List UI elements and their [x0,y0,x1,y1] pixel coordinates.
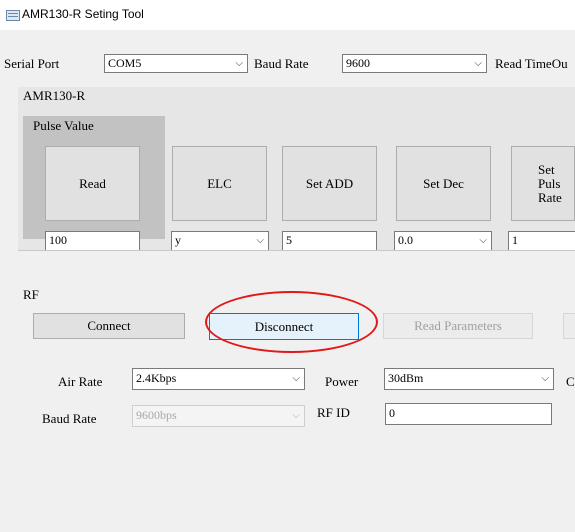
partial-label: C [566,374,575,389]
elc-button-label: ELC [207,175,232,191]
set-add-value: 5 [286,233,292,247]
connect-button[interactable]: Connect [33,313,185,339]
set-pulse-rate-value: 1 [512,233,518,247]
elc-select[interactable]: y ⌵ [171,231,269,251]
baud-rate-label: Baud Rate [254,56,309,71]
chevron-down-icon: ⌵ [474,58,482,69]
rf-baud-rate-value: 9600bps [136,408,177,422]
rf-group-title: RF [23,287,39,302]
set-add-button-label: Set ADD [305,175,354,191]
read-value: 100 [49,233,67,247]
power-label: Power [325,374,359,389]
rf-id-label: RF ID [317,405,350,420]
set-add-button[interactable]: Set ADD [282,146,377,221]
chevron-down-icon: ⌵ [256,235,264,246]
baud-rate-select[interactable]: 9600 ⌵ [342,54,487,73]
empty-panel [0,432,575,532]
window-title: AMR130-R Seting Tool [22,7,144,21]
rf-id-field[interactable]: 0 [385,403,552,425]
read-timeout-label: Read TimeOu [495,56,568,71]
chevron-down-icon: ⌵ [541,373,549,384]
elc-button[interactable]: ELC [172,146,267,221]
set-dec-button-label: Set Dec [423,175,464,191]
power-value: 30dBm [388,371,424,385]
set-dec-button[interactable]: Set Dec [396,146,491,221]
pulse-value-title: Pulse Value [33,118,94,133]
air-rate-select[interactable]: 2.4Kbps ⌵ [132,368,305,390]
next-button-partial[interactable] [563,313,575,339]
serial-port-select[interactable]: COM5 ⌵ [104,54,248,73]
set-pulse-rate-button[interactable]: Set Puls Rate [511,146,575,221]
set-dec-select[interactable]: 0.0 ⌵ [394,231,492,251]
serial-port-value: COM5 [108,56,142,70]
elc-value: y [175,233,181,247]
read-button-label: Read [79,175,106,191]
rf-id-value: 0 [389,406,395,420]
baud-rate-value: 9600 [346,56,370,70]
read-parameters-label: Read Parameters [414,318,502,333]
chevron-down-icon: ⌵ [292,373,300,384]
amr-group-title: AMR130-R [23,88,86,103]
highlight-ring [205,291,378,353]
read-value-field[interactable]: 100 [45,231,140,251]
power-select[interactable]: 30dBm ⌵ [384,368,554,390]
rf-baud-rate-label: Baud Rate [42,411,97,426]
app-icon [6,10,20,21]
set-dec-value: 0.0 [398,233,413,247]
air-rate-label: Air Rate [58,374,103,389]
rf-baud-rate-select[interactable]: 9600bps ⌵ [132,405,305,427]
set-add-field[interactable]: 5 [282,231,377,251]
set-pulse-rate-label: Set Puls Rate [538,162,562,205]
serial-port-label: Serial Port [4,56,60,71]
chevron-down-icon: ⌵ [292,410,300,421]
read-parameters-button[interactable]: Read Parameters [383,313,533,339]
air-rate-value: 2.4Kbps [136,371,177,385]
group-divider [18,250,575,251]
chevron-down-icon: ⌵ [235,58,243,69]
set-pulse-rate-field[interactable]: 1 [508,231,575,251]
connect-button-label: Connect [87,318,131,333]
read-button[interactable]: Read [45,146,140,221]
chevron-down-icon: ⌵ [479,235,487,246]
